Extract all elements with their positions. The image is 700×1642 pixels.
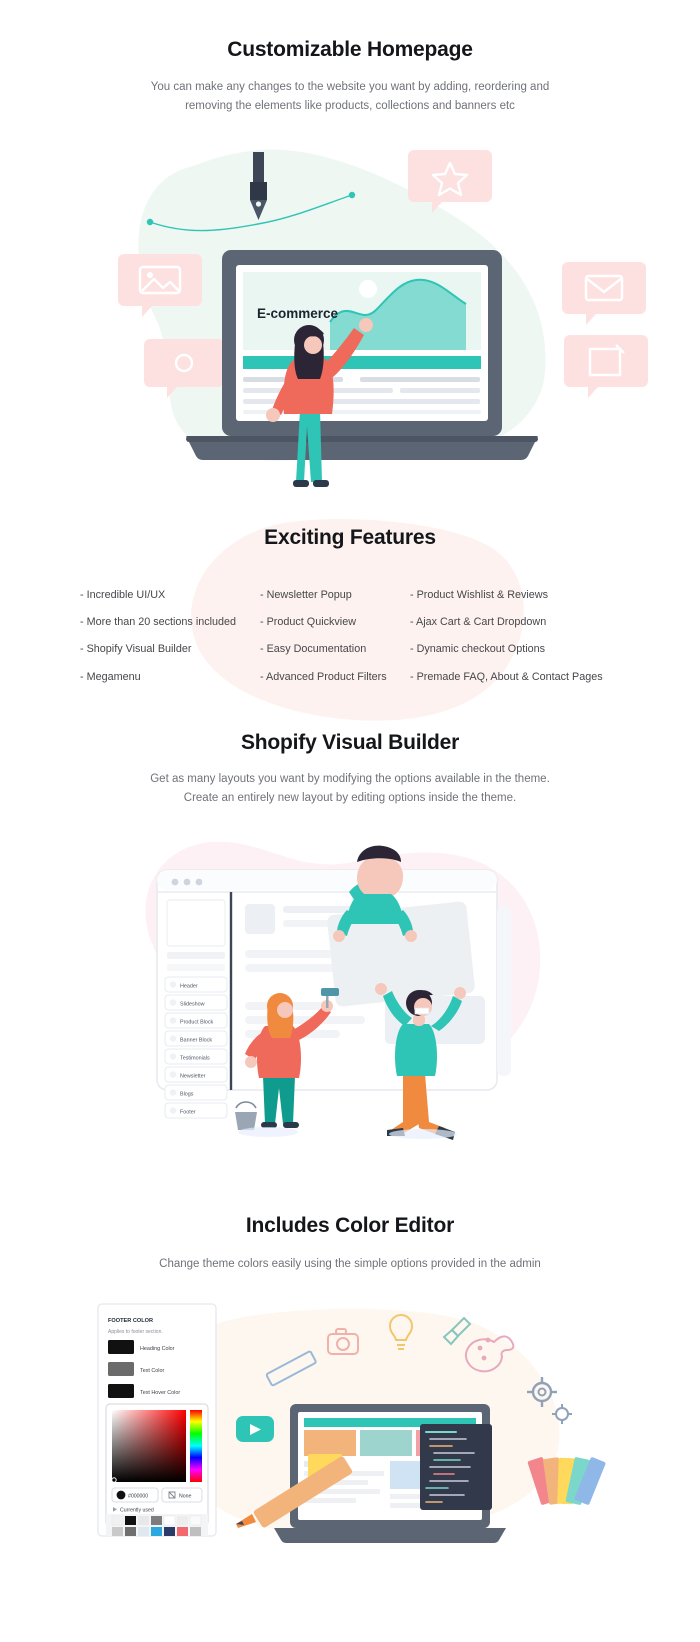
laptop-screen-label: E-commerce [257, 306, 339, 321]
feature-item: - Advanced Product Filters [260, 670, 387, 683]
illustration-visual-builder: Header Slideshow Product Block Banner Bl… [145, 841, 541, 1140]
sidebar-item-label: Blogs [180, 1091, 194, 1097]
sidebar-item-newsletter[interactable]: Newsletter [164, 1066, 228, 1083]
homepage-subtitle: You can make any changes to the website … [150, 81, 550, 112]
color-swatch[interactable] [108, 1383, 134, 1398]
sidebar-item-label: Product Block [180, 1019, 214, 1025]
feature-item: - Megamenu [80, 670, 141, 683]
recent-swatch[interactable] [190, 1526, 201, 1536]
builder-title: Shopify Visual Builder [240, 730, 460, 754]
recent-swatch[interactable] [177, 1526, 188, 1536]
builder-subtitle-line1: Get as many layouts you want by modifyin… [150, 772, 550, 785]
features-title: Exciting Features [264, 525, 436, 549]
currently-used-label: Currently used [120, 1507, 154, 1513]
color-editor-subtitle: Change theme colors easily using the sim… [159, 1257, 541, 1270]
section-exciting-features: Exciting Features - Incredible UI/UX - N… [0, 519, 700, 721]
sidebar-item-blogs[interactable]: Blogs [164, 1084, 228, 1101]
feature-item: - Ajax Cart & Cart Dropdown [410, 616, 547, 629]
none-label: None [179, 1493, 192, 1499]
feature-item: - Product Quickview [260, 616, 357, 629]
panel-group-title: FOOTER COLOR [108, 1318, 153, 1324]
feature-item: - Incredible UI/UX [80, 588, 166, 601]
play-button-icon[interactable] [236, 1415, 274, 1442]
feature-item: - Newsletter Popup [260, 588, 352, 601]
recent-swatch[interactable] [112, 1526, 123, 1536]
recent-swatch[interactable] [189, 1515, 202, 1525]
sidebar-item-testimonials[interactable]: Testimonials [164, 1048, 228, 1065]
illustration-color-editor: FOOTER COLOR Applies to footer section. … [97, 1302, 606, 1543]
feature-item: - More than 20 sections included [80, 616, 237, 629]
recent-swatch[interactable] [111, 1515, 124, 1525]
panel-group-note: Applies to footer section. [108, 1329, 163, 1335]
feature-item: - Premade FAQ, About & Contact Pages [410, 670, 603, 683]
recent-swatch[interactable] [125, 1526, 136, 1536]
page-title: Customizable Homepage [227, 38, 473, 61]
section-customizable-homepage: Customizable Homepage You can make any c… [0, 0, 700, 492]
none-button[interactable]: None [161, 1487, 203, 1503]
feature-item: - Dynamic checkout Options [410, 643, 546, 656]
laptop-illustration: E-commerce [186, 249, 538, 460]
hex-value-field[interactable]: #000000 [111, 1487, 159, 1503]
color-swatch-fan [527, 1456, 606, 1505]
recent-swatch[interactable] [138, 1526, 149, 1536]
sidebar-item-header[interactable]: Header [164, 976, 228, 993]
sidebar-item-label: Newsletter [180, 1073, 206, 1079]
recent-swatch[interactable] [151, 1515, 162, 1525]
sidebar-item-label: Footer [180, 1109, 196, 1115]
bubble-frame-icon [564, 334, 648, 398]
recent-swatches-row-1[interactable] [111, 1515, 202, 1525]
feature-item: - Shopify Visual Builder [80, 643, 192, 656]
builder-subtitle-line2: Create an entirely new layout by editing… [183, 791, 517, 804]
sidebar-item-label: Testimonials [180, 1055, 210, 1061]
sidebar-item-product-block[interactable]: Product Block [164, 1012, 228, 1029]
sidebar-item-label: Banner Block [180, 1037, 212, 1043]
recent-swatch[interactable] [138, 1515, 149, 1525]
recent-swatch[interactable] [151, 1526, 162, 1536]
window-dot-maximize[interactable] [195, 878, 203, 886]
feature-item: - Easy Documentation [260, 643, 367, 656]
sidebar-item-slideshow[interactable]: Slideshow [164, 994, 228, 1011]
illustration-customizable-homepage: E-commerce [118, 149, 648, 487]
features-grid: - Incredible UI/UX - Newsletter Popup - … [80, 587, 620, 685]
color-swatch[interactable] [108, 1339, 134, 1354]
feature-item: - Product Wishlist & Reviews [410, 588, 548, 601]
hue-slider[interactable] [190, 1409, 202, 1482]
bubble-envelope-icon [562, 261, 646, 325]
color-editor-panel[interactable]: FOOTER COLOR Applies to footer section. … [97, 1302, 217, 1537]
sidebar-item-banner-block[interactable]: Banner Block [164, 1030, 228, 1047]
sidebar-item-footer[interactable]: Footer [164, 1102, 228, 1119]
sidebar-item-label: Header [180, 983, 198, 989]
section-shopify-visual-builder: Shopify Visual Builder Get as many layou… [0, 731, 700, 1156]
recent-swatches-row-2[interactable] [112, 1526, 201, 1536]
color-row-label: Heading Color [140, 1346, 175, 1352]
recent-swatch[interactable] [177, 1515, 188, 1525]
window-dot-close[interactable] [171, 878, 179, 886]
color-row-label: Text Color [140, 1368, 164, 1374]
color-swatch[interactable] [108, 1361, 134, 1376]
color-row-label: Text Hover Color [140, 1390, 180, 1396]
color-editor-title: Includes Color Editor [245, 1213, 455, 1237]
recent-swatch[interactable] [125, 1515, 136, 1525]
recent-swatch[interactable] [164, 1526, 175, 1536]
window-dot-minimize[interactable] [183, 878, 191, 886]
sidebar-item-label: Slideshow [180, 1001, 205, 1007]
current-color-dot [116, 1490, 126, 1499]
recent-swatch[interactable] [163, 1515, 176, 1525]
hex-value-text: #000000 [128, 1493, 148, 1499]
section-includes-color-editor: Includes Color Editor Change theme color… [0, 1214, 700, 1566]
